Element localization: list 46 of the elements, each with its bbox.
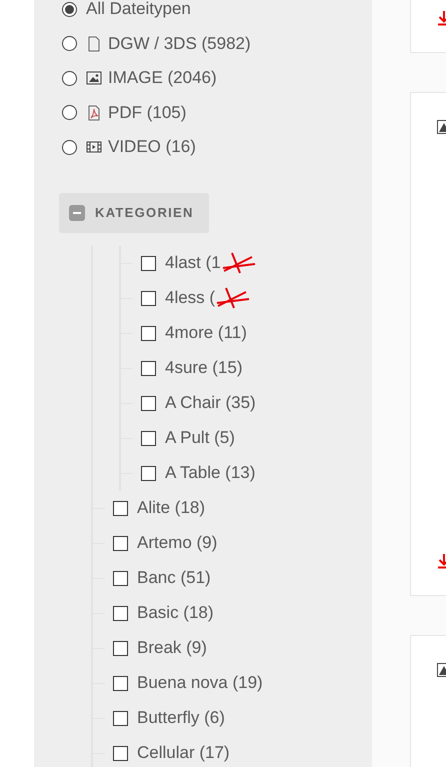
file-type-label[interactable]: IMAGE (2046): [108, 68, 217, 88]
category-label[interactable]: Break (9): [137, 638, 207, 658]
category-label[interactable]: Cellular (17): [137, 743, 230, 763]
checkbox[interactable]: [141, 360, 156, 376]
category-label[interactable]: 4sure (15): [165, 358, 242, 378]
file-type-label[interactable]: VIDEO (16): [108, 137, 196, 158]
radio-button[interactable]: [62, 105, 77, 120]
checkbox[interactable]: [113, 500, 128, 516]
checkbox[interactable]: [141, 466, 156, 480]
checkbox[interactable]: [141, 290, 156, 306]
pdf-icon: [86, 104, 102, 121]
category-label[interactable]: Banc (51): [137, 568, 211, 588]
checkbox[interactable]: [141, 396, 156, 410]
film-icon: [86, 139, 102, 156]
category-label[interactable]: Basic (18): [137, 603, 214, 623]
minus-icon: [69, 204, 85, 220]
checkbox[interactable]: [113, 676, 128, 690]
checkbox[interactable]: [113, 640, 128, 656]
checkbox[interactable]: [113, 746, 128, 760]
category-label[interactable]: 4more (11): [165, 323, 247, 343]
category-label[interactable]: Alite (18): [137, 498, 206, 518]
radio-button[interactable]: [62, 36, 77, 52]
checkbox[interactable]: [113, 536, 128, 550]
checkbox[interactable]: [113, 570, 128, 586]
category-label[interactable]: 4less (: [165, 288, 216, 308]
radio-button[interactable]: [62, 140, 77, 155]
file-type-label[interactable]: DGW / 3DS (5982): [108, 34, 251, 54]
image-icon: [86, 70, 102, 86]
file-icon: [86, 36, 102, 52]
checkbox[interactable]: [141, 256, 156, 270]
checkbox[interactable]: [113, 606, 128, 620]
radio-button[interactable]: [62, 2, 77, 17]
file-type-label[interactable]: All Dateitypen: [86, 0, 191, 20]
checkbox[interactable]: [113, 710, 128, 726]
category-label[interactable]: Buena nova (19): [137, 673, 263, 693]
category-label[interactable]: A Table (13): [165, 463, 256, 483]
category-label[interactable]: A Pult (5): [165, 428, 235, 448]
categories-toggle[interactable]: KATEGORIEN: [59, 192, 209, 232]
checkbox[interactable]: [141, 326, 156, 340]
category-label[interactable]: Artemo (9): [137, 533, 218, 553]
category-label[interactable]: 4last (1: [165, 253, 221, 273]
category-label[interactable]: Butterfly (6): [137, 708, 225, 728]
checkbox[interactable]: [141, 430, 156, 446]
category-label[interactable]: A Chair (35): [165, 393, 256, 413]
radio-button[interactable]: [62, 70, 77, 86]
file-type-label[interactable]: PDF (105): [108, 102, 186, 123]
